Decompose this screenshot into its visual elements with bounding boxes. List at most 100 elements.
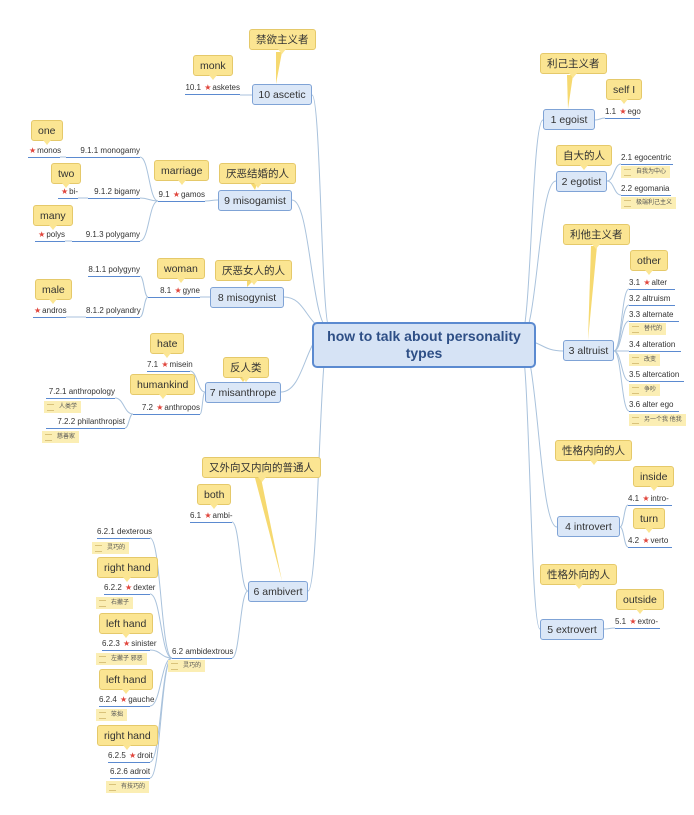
subtopic-node[interactable]: 1.1 ★ego xyxy=(605,106,641,119)
callout-label[interactable]: 性格外向的人 xyxy=(540,564,617,589)
subtopic-node[interactable]: 8.1.1 polygyny xyxy=(88,264,140,277)
subtopic-node[interactable]: 9.1.2 bigamy xyxy=(88,186,140,199)
subtopic-node[interactable]: 6.2.5 ★droit xyxy=(108,750,153,763)
subtopic-node[interactable]: 6.2 ambidextrous xyxy=(172,646,233,659)
note-annotation[interactable]: 右撇子 xyxy=(96,597,134,609)
central-topic[interactable]: how to talk about personality types xyxy=(312,322,536,368)
note-annotation[interactable]: 有技巧的 xyxy=(106,781,150,793)
callout-label[interactable]: many xyxy=(33,205,73,230)
subtopic-node[interactable]: 6.2.1 dexterous xyxy=(97,526,152,539)
subtopic-node[interactable]: 8.1.2 polyandry xyxy=(86,305,141,318)
subtopic-node[interactable]: ★monos xyxy=(28,145,61,158)
subtopic-node[interactable]: 8.1 ★gyne xyxy=(148,285,200,298)
subtopic-node[interactable]: 7.1 ★misein xyxy=(147,359,193,372)
topic-node[interactable]: 9 misogamist xyxy=(218,190,292,211)
note-annotation[interactable]: 争吵 xyxy=(629,384,661,396)
note-annotation[interactable]: 极端利己主义 xyxy=(621,197,677,209)
callout-label[interactable]: right hand xyxy=(97,725,158,750)
subtopic-word: anthropology xyxy=(68,387,115,396)
subtopic-node[interactable]: ★andros xyxy=(33,305,67,318)
subtopic-node[interactable]: ★bi- xyxy=(58,186,78,199)
subtopic-node[interactable]: 7.2.2 philanthropist xyxy=(46,416,125,429)
topic-node[interactable]: 8 misogynist xyxy=(210,287,284,308)
subtopic-node[interactable]: 6.2.3 ★sinister xyxy=(102,638,157,651)
callout-label[interactable]: 自大的人 xyxy=(556,145,612,170)
connector xyxy=(519,339,558,528)
callout-label[interactable]: right hand xyxy=(97,557,158,582)
subtopic-word: alter xyxy=(651,278,668,287)
callout-label[interactable]: hate xyxy=(150,333,185,358)
callout-label[interactable]: humankind xyxy=(130,374,196,399)
subtopic-node[interactable]: 5.1 ★extro- xyxy=(615,616,660,629)
topic-node[interactable]: 7 misanthrope xyxy=(205,382,281,403)
callout-label[interactable]: 利己主义者 xyxy=(540,53,607,78)
subtopic-node[interactable]: 9.1.3 polygamy xyxy=(72,229,140,242)
subtopic-node[interactable]: 6.2.4 ★gauche xyxy=(99,694,154,707)
subtopic-node[interactable]: 3.2 altruism xyxy=(629,293,675,306)
note-annotation[interactable]: 替代的 xyxy=(629,323,667,335)
note-annotation[interactable]: 慈善家 xyxy=(42,431,80,443)
callout-label[interactable]: both xyxy=(197,484,232,509)
callout-label[interactable]: outside xyxy=(616,589,664,614)
subtopic-node[interactable]: 2.1 egocentric xyxy=(621,152,673,165)
callout-label[interactable]: 厌恶结婚的人 xyxy=(219,163,296,188)
subtopic-node[interactable]: 3.5 altercation xyxy=(629,369,684,382)
topic-node[interactable]: 2 egotist xyxy=(556,171,607,192)
note-annotation[interactable]: 左撇子 邪恶 xyxy=(96,653,147,665)
topic-node[interactable]: 10 ascetic xyxy=(252,84,312,105)
callout-label[interactable]: one xyxy=(31,120,63,145)
topic-node[interactable]: 4 introvert xyxy=(557,516,620,537)
subtopic-node[interactable]: 4.2 ★verto xyxy=(628,535,672,548)
callout-label[interactable]: woman xyxy=(157,258,205,283)
subtopic-node[interactable]: 3.1 ★alter xyxy=(629,277,675,290)
callout-label[interactable]: marriage xyxy=(154,160,210,185)
callout-label[interactable]: 性格内向的人 xyxy=(555,440,632,465)
star-icon: ★ xyxy=(619,107,627,116)
connector xyxy=(114,397,134,415)
subtopic-node[interactable]: 6.1 ★ambi- xyxy=(190,510,233,523)
callout-label[interactable]: 反人类 xyxy=(223,357,269,382)
subtopic-word: polys xyxy=(46,230,65,239)
subtopic-node[interactable]: ★polys xyxy=(35,229,65,242)
callout-label[interactable]: left hand xyxy=(99,613,154,638)
callout-label[interactable]: 厌恶女人的人 xyxy=(215,260,292,285)
subtopic-word: polygyny xyxy=(108,265,140,274)
subtopic-node[interactable]: 9.1.1 monogamy xyxy=(66,145,140,158)
topic-node[interactable]: 3 altruist xyxy=(563,340,614,361)
subtopic-number: 7.2.2 xyxy=(57,417,76,426)
callout-label[interactable]: turn xyxy=(633,508,666,533)
subtopic-node[interactable]: 10.1 ★asketes xyxy=(185,82,240,95)
subtopic-node[interactable]: 6.2.2 ★dexter xyxy=(104,582,155,595)
topic-node[interactable]: 6 ambivert xyxy=(248,581,308,602)
callout-label[interactable]: self I xyxy=(606,79,643,104)
note-annotation[interactable]: 改变 xyxy=(629,354,661,366)
callout-label[interactable]: inside xyxy=(633,466,675,491)
callout-label[interactable]: 又外向又内向的普通人 xyxy=(202,457,321,482)
note-text: 右撇子 xyxy=(111,600,130,606)
subtopic-node[interactable]: 2.2 egomania xyxy=(621,183,671,196)
note-annotation[interactable]: 灵巧的 xyxy=(168,660,206,672)
note-icon xyxy=(99,711,106,719)
note-annotation[interactable]: 自我为中心 xyxy=(621,166,671,178)
callout-label[interactable]: male xyxy=(35,279,72,304)
topic-node[interactable]: 5 extrovert xyxy=(540,619,604,640)
note-annotation[interactable]: 人类学 xyxy=(44,401,82,413)
note-annotation[interactable]: 另一个我 他我 xyxy=(629,414,686,426)
note-annotation[interactable]: 灵巧的 xyxy=(92,542,130,554)
callout-label[interactable]: 利他主义者 xyxy=(563,224,630,249)
topic-node[interactable]: 1 egoist xyxy=(543,109,595,130)
subtopic-node[interactable]: 7.2 ★anthropos xyxy=(133,402,200,415)
note-annotation[interactable]: 笨拙 xyxy=(96,709,128,721)
callout-label[interactable]: 禁欲主义者 xyxy=(249,29,316,54)
subtopic-node[interactable]: 9.1 ★gamos xyxy=(158,189,205,202)
callout-label[interactable]: left hand xyxy=(99,669,154,694)
callout-label[interactable]: two xyxy=(51,163,82,188)
subtopic-node[interactable]: 3.3 alternate xyxy=(629,309,679,322)
subtopic-node[interactable]: 3.4 alteration xyxy=(629,339,681,352)
subtopic-node[interactable]: 6.2.6 adroit xyxy=(110,766,150,779)
callout-label[interactable]: other xyxy=(630,250,668,275)
callout-label[interactable]: monk xyxy=(193,55,233,80)
subtopic-node[interactable]: 4.1 ★intro- xyxy=(628,493,672,506)
subtopic-node[interactable]: 7.2.1 anthropology xyxy=(46,386,115,399)
subtopic-node[interactable]: 3.6 alter ego xyxy=(629,399,679,412)
